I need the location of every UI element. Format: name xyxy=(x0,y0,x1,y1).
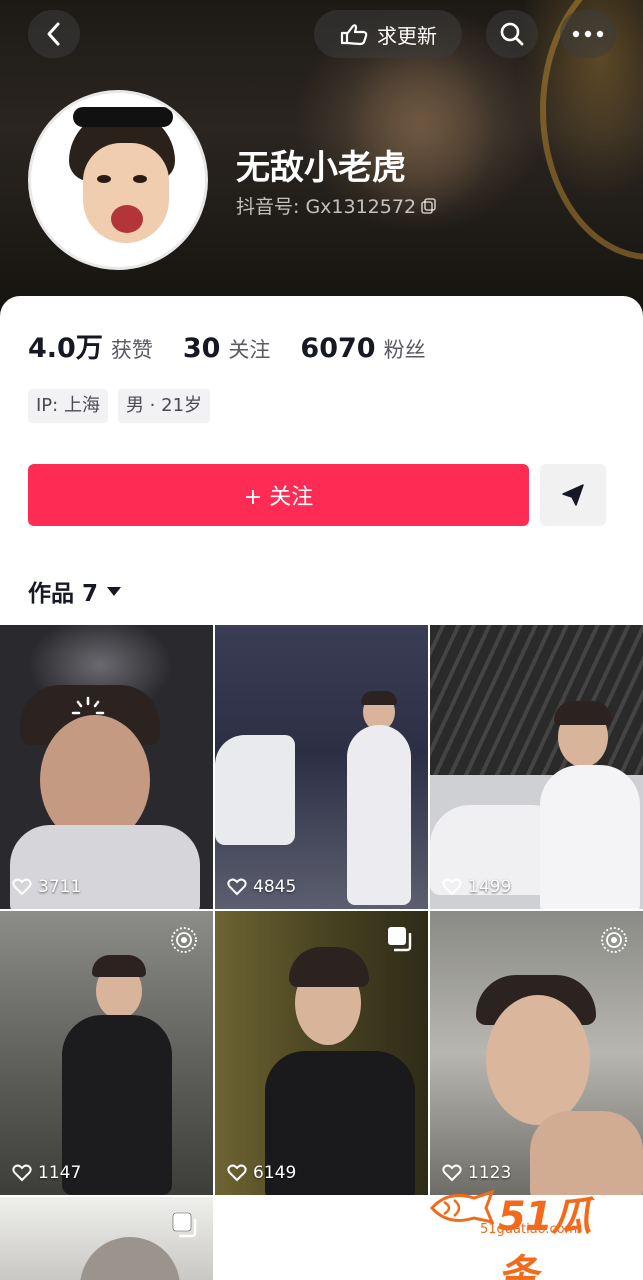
heart-icon xyxy=(442,878,462,896)
gallery-icon xyxy=(172,1212,197,1238)
works-tab[interactable]: 作品 7 xyxy=(28,574,122,608)
like-count-value: 1499 xyxy=(468,877,512,897)
sunglasses-icon xyxy=(73,107,173,127)
like-count-value: 1147 xyxy=(38,1163,82,1183)
request-update-button[interactable]: 求更新 xyxy=(314,10,462,58)
heart-icon xyxy=(12,878,32,896)
stat-value: 30 xyxy=(182,333,221,364)
search-icon xyxy=(500,22,524,46)
like-count: 1499 xyxy=(442,877,511,897)
heart-icon xyxy=(227,1164,247,1182)
douyin-id-text: 抖音号: Gx1312572 xyxy=(236,196,417,218)
video-tile[interactable]: 1123 xyxy=(430,911,643,1195)
video-tile[interactable] xyxy=(0,1197,213,1280)
video-tile[interactable]: 6149 xyxy=(215,911,428,1195)
stat-value: 6070 xyxy=(300,333,376,364)
video-tile[interactable]: 1499 xyxy=(430,625,643,909)
follow-button[interactable]: + 关注 xyxy=(28,464,529,526)
like-count: 3711 xyxy=(12,877,81,897)
send-icon xyxy=(562,484,584,506)
like-count: 4845 xyxy=(227,877,296,897)
profile-tags: IP: 上海 男 · 21岁 xyxy=(28,389,211,423)
video-tile[interactable]: 1147 xyxy=(0,911,213,1195)
live-photo-icon xyxy=(171,927,197,953)
stat-label: 关注 xyxy=(228,338,271,362)
search-button[interactable] xyxy=(486,10,538,58)
like-count-value: 4845 xyxy=(253,877,297,897)
video-tile[interactable]: 4845 xyxy=(215,625,428,909)
caret-down-icon xyxy=(107,587,122,596)
request-update-label: 求更新 xyxy=(377,23,437,48)
video-tile[interactable]: 3711 xyxy=(0,625,213,909)
profile-name: 无敌小老虎 xyxy=(236,148,406,188)
live-photo-icon xyxy=(601,927,627,953)
site-watermark: 51瓜条 51guatiao.com xyxy=(428,1184,628,1280)
stat-label: 粉丝 xyxy=(383,338,426,362)
stats-row: 4.0万 获赞 30 关注 6070 粉丝 xyxy=(28,326,456,365)
hand-point-icon xyxy=(340,24,368,46)
like-count-value: 1123 xyxy=(468,1163,512,1183)
heart-icon xyxy=(12,1164,32,1182)
like-count: 1147 xyxy=(12,1163,81,1183)
douyin-id[interactable]: 抖音号: Gx1312572 xyxy=(236,192,438,219)
stat-likes[interactable]: 4.0万 获赞 xyxy=(28,326,153,365)
gallery-icon xyxy=(388,927,412,952)
like-count-value: 3711 xyxy=(38,877,82,897)
like-count: 6149 xyxy=(227,1163,296,1183)
more-dots-icon xyxy=(572,30,604,38)
back-button[interactable] xyxy=(28,10,80,58)
copy-icon[interactable] xyxy=(420,197,438,215)
stat-followers[interactable]: 6070 粉丝 xyxy=(300,333,425,364)
follow-label: + 关注 xyxy=(243,485,314,510)
stat-value: 4.0万 xyxy=(28,333,103,364)
send-message-button[interactable] xyxy=(540,464,606,526)
gender-age-tag: 男 · 21岁 xyxy=(117,389,211,423)
loading-spinner-icon xyxy=(71,696,105,715)
like-count: 1123 xyxy=(442,1163,511,1183)
avatar[interactable] xyxy=(28,90,208,270)
stat-label: 获赞 xyxy=(110,338,153,362)
heart-icon xyxy=(227,878,247,896)
stat-following[interactable]: 30 关注 xyxy=(183,333,271,364)
heart-icon xyxy=(442,1164,462,1182)
chevron-left-icon xyxy=(47,22,60,46)
ip-location-tag: IP: 上海 xyxy=(28,389,108,423)
more-button[interactable] xyxy=(560,10,616,58)
like-count-value: 6149 xyxy=(253,1163,297,1183)
works-title: 作品 7 xyxy=(28,581,99,607)
watermark-site: 51guatiao.com xyxy=(480,1222,578,1237)
